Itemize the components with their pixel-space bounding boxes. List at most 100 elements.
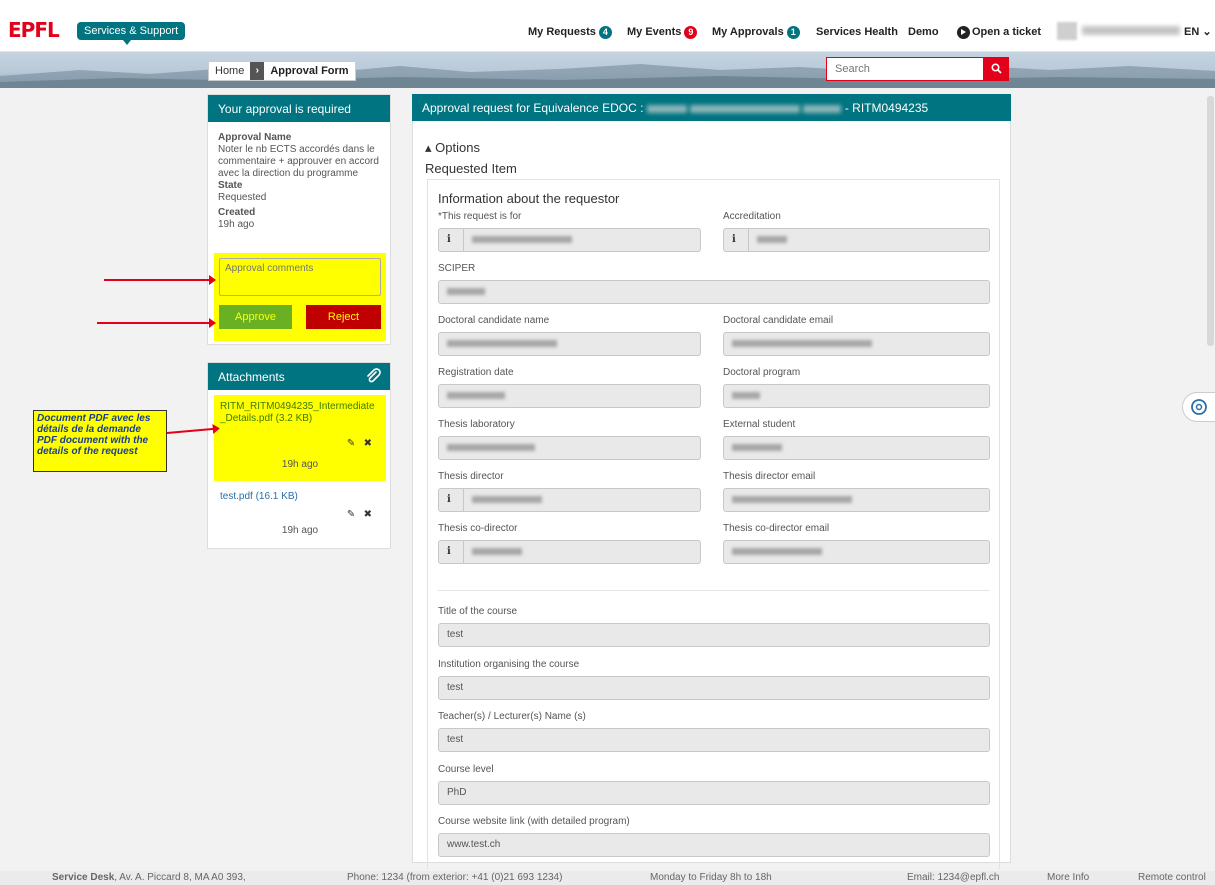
mountain-banner — [0, 52, 1215, 88]
attachment-time: 19h ago — [281, 459, 319, 470]
footer-email[interactable]: Email: 1234@epfl.ch — [907, 871, 999, 885]
services-support-link[interactable]: Services & Support — [77, 22, 186, 45]
chevron-up-icon: ▴ — [425, 140, 436, 155]
breadcrumb-home[interactable]: Home — [209, 62, 250, 80]
thesis-director-field[interactable]: i — [438, 488, 701, 512]
doctoral-program-field[interactable] — [723, 384, 990, 408]
attachments-title: Attachments — [208, 363, 390, 390]
blurred-value — [447, 287, 485, 295]
footer-remote-control[interactable]: Remote control — [1138, 871, 1206, 885]
attachment-actions: ✎ ✖ — [347, 438, 372, 449]
attachments-card: Attachments RITM_RITM0494235_Intermediat… — [207, 362, 391, 549]
attachment-actions: ✎ ✖ — [347, 509, 372, 520]
thesis-lab-field[interactable] — [438, 436, 701, 460]
info-icon[interactable]: i — [439, 229, 463, 251]
created-label: Created — [218, 207, 256, 218]
pencil-icon[interactable]: ✎ — [347, 438, 355, 449]
nav-my-approvals[interactable]: My Approvals 1 — [712, 25, 800, 39]
course-title-field[interactable]: test — [438, 623, 990, 647]
blurred-value — [757, 235, 787, 243]
thesis-director-label: Thesis director — [438, 471, 504, 482]
blurred-value — [447, 339, 557, 347]
delete-x-icon[interactable]: ✖ — [364, 438, 372, 449]
blurred-value — [732, 339, 872, 347]
teachers-label: Teacher(s) / Lecturer(s) Name (s) — [438, 711, 586, 722]
state-label: State — [218, 180, 243, 191]
field-separator — [463, 541, 464, 563]
blurred-value — [472, 547, 522, 555]
nav-demo[interactable]: Demo — [908, 25, 939, 39]
approval-request-header: Approval request for Equivalence EDOC : … — [412, 94, 1011, 121]
attachment-item: test.pdf (16.1 KB) ✎ ✖ 19h ago — [214, 487, 386, 547]
attachment-time: 19h ago — [281, 525, 319, 536]
teachers-field[interactable]: test — [438, 728, 990, 752]
footer: Service Desk, Av. A. Piccard 8, MA A0 39… — [0, 871, 1215, 885]
accreditation-field[interactable]: i — [723, 228, 990, 252]
options-toggle[interactable]: ▴ Options — [425, 140, 480, 156]
course-link-field[interactable]: www.test.ch — [438, 833, 990, 857]
thesis-codirector-field[interactable]: i — [438, 540, 701, 564]
thesis-director-email-field[interactable] — [723, 488, 990, 512]
language-label: EN — [1184, 26, 1200, 38]
epfl-logo[interactable]: EPFL — [8, 20, 60, 40]
blurred-value — [732, 443, 782, 451]
delete-x-icon[interactable]: ✖ — [364, 509, 372, 520]
user-name-blurred[interactable] — [1082, 26, 1180, 35]
footer-hours: Monday to Friday 8h to 18h — [650, 872, 772, 883]
institution-field[interactable]: test — [438, 676, 990, 700]
reject-button[interactable]: Reject — [306, 305, 381, 329]
request-for-field[interactable]: i — [438, 228, 701, 252]
registration-date-field[interactable] — [438, 384, 701, 408]
nav-my-events[interactable]: My Events 9 — [627, 25, 698, 39]
info-icon[interactable]: i — [439, 489, 463, 511]
annotation-callout: Document PDF avec les détails de la dema… — [33, 410, 167, 472]
page-scrollbar[interactable] — [1207, 96, 1214, 346]
nav-open-ticket[interactable]: Open a ticket — [957, 25, 1041, 39]
blurred-value — [732, 547, 822, 555]
language-selector[interactable]: EN ⌄ — [1184, 25, 1212, 39]
blurred-text — [646, 104, 687, 113]
info-icon[interactable]: i — [439, 541, 463, 563]
blurred-value — [472, 495, 542, 503]
course-level-field[interactable]: PhD — [438, 781, 990, 805]
footer-address: Service Desk, Av. A. Piccard 8, MA A0 39… — [52, 871, 246, 885]
paperclip-icon[interactable] — [365, 368, 381, 384]
external-student-field[interactable] — [723, 436, 990, 460]
thesis-codirector-label: Thesis co-director — [438, 523, 518, 534]
approval-form-body: ▴ Options Requested Item Information abo… — [412, 121, 1011, 869]
annotation-arrow-comments — [104, 275, 216, 285]
attachment-link[interactable]: RITM_RITM0494235_Intermediate_Details.pd… — [220, 401, 380, 425]
top-navigation: EPFL Services & Support My Requests 4 My … — [0, 0, 1215, 52]
approval-card: Your approval is required Approval Name … — [207, 94, 391, 345]
nav-services-health[interactable]: Services Health — [816, 25, 898, 39]
footer-more-info[interactable]: More Info — [1047, 871, 1089, 885]
search-icon — [991, 63, 1002, 74]
doctoral-program-label: Doctoral program — [723, 367, 801, 378]
nav-my-requests[interactable]: My Requests 4 — [528, 25, 612, 39]
search-button[interactable] — [984, 57, 1009, 81]
chat-widget[interactable] — [1182, 392, 1215, 422]
section-divider — [438, 590, 990, 591]
approval-comments-input[interactable] — [219, 258, 381, 296]
info-icon[interactable]: i — [724, 229, 748, 251]
blurred-value — [472, 235, 572, 243]
breadcrumb-chevron-icon: › — [250, 62, 265, 80]
approval-actions-highlight: Approve Reject — [214, 253, 386, 341]
breadcrumb: Home › Approval Form — [208, 61, 356, 81]
candidate-name-field[interactable] — [438, 332, 701, 356]
institution-label: Institution organising the course — [438, 659, 580, 670]
registration-date-label: Registration date — [438, 367, 514, 378]
nav-open-ticket-label: Open a ticket — [972, 26, 1042, 38]
candidate-email-field[interactable] — [723, 332, 990, 356]
sciper-field[interactable] — [438, 280, 990, 304]
requestor-info-panel: Information about the requestor *This re… — [427, 179, 1000, 869]
blurred-value — [447, 443, 535, 451]
pencil-icon[interactable]: ✎ — [347, 509, 355, 520]
course-link-label: Course website link (with detailed progr… — [438, 816, 630, 827]
user-avatar[interactable] — [1057, 22, 1077, 40]
search-input[interactable] — [826, 57, 984, 81]
approve-button[interactable]: Approve — [219, 305, 292, 329]
approval-info: Approval Name Noter le nb ECTS accordés … — [208, 122, 390, 231]
thesis-codirector-email-field[interactable] — [723, 540, 990, 564]
attachment-link[interactable]: test.pdf (16.1 KB) — [220, 491, 380, 503]
